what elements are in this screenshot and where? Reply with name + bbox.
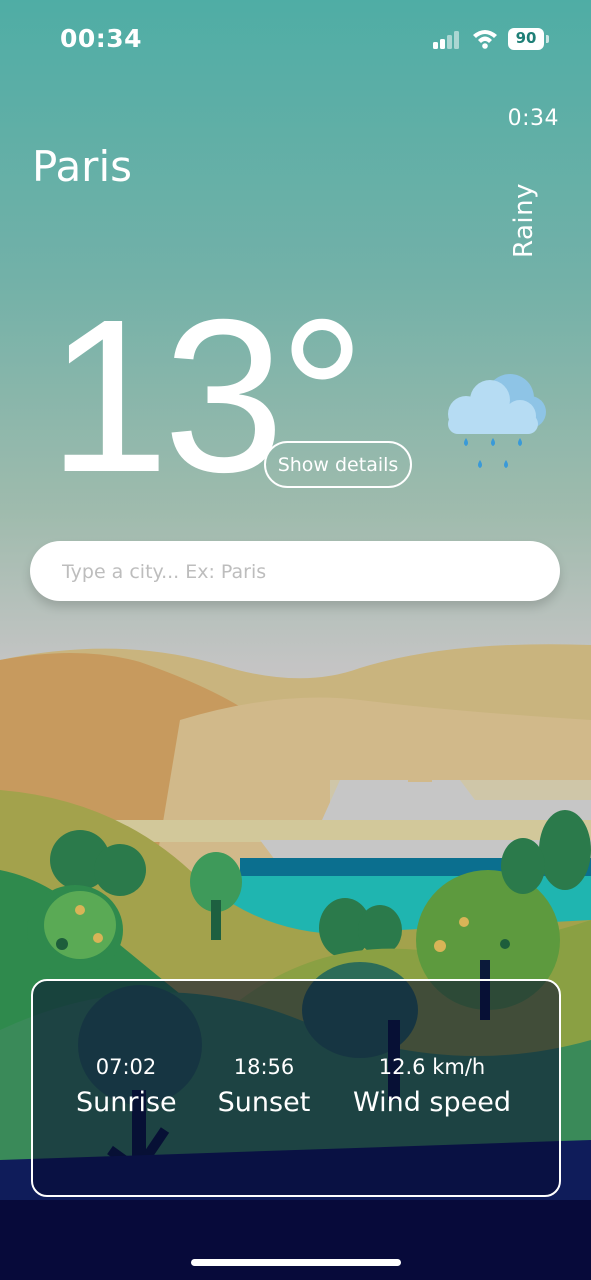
wifi-icon [473, 30, 497, 49]
wind-speed-label: Wind speed [352, 1087, 511, 1118]
sunset-time: 18:56 [233, 1055, 295, 1079]
sun-wind-info-card: 07:02 Sunrise 18:56 Sunset 12.6 km/h Win… [31, 979, 561, 1197]
sunrise-time: 07:02 [95, 1055, 157, 1079]
status-bar-time: 00:34 [60, 24, 143, 53]
show-details-button[interactable]: Show details [264, 441, 412, 488]
city-search-input[interactable] [60, 541, 534, 603]
wind-speed-block: 12.6 km/h Wind speed [347, 1055, 517, 1118]
wind-speed-value: 12.6 km/h [378, 1055, 486, 1079]
sunrise-block: 07:02 Sunrise [76, 1055, 177, 1118]
search-bar [30, 541, 560, 603]
weather-condition: Rainy [509, 182, 539, 258]
local-time: 0:34 [507, 106, 559, 131]
battery-percentage: 90 [515, 29, 537, 47]
home-indicator[interactable] [191, 1259, 401, 1266]
battery-icon: 90 [508, 28, 550, 50]
rain-cloud-icon [448, 374, 546, 468]
city-name: Paris [32, 142, 132, 191]
sunset-block: 18:56 Sunset [214, 1055, 314, 1118]
cellular-signal-icon [433, 31, 459, 49]
sunset-label: Sunset [217, 1087, 311, 1118]
sunrise-label: Sunrise [76, 1087, 177, 1118]
